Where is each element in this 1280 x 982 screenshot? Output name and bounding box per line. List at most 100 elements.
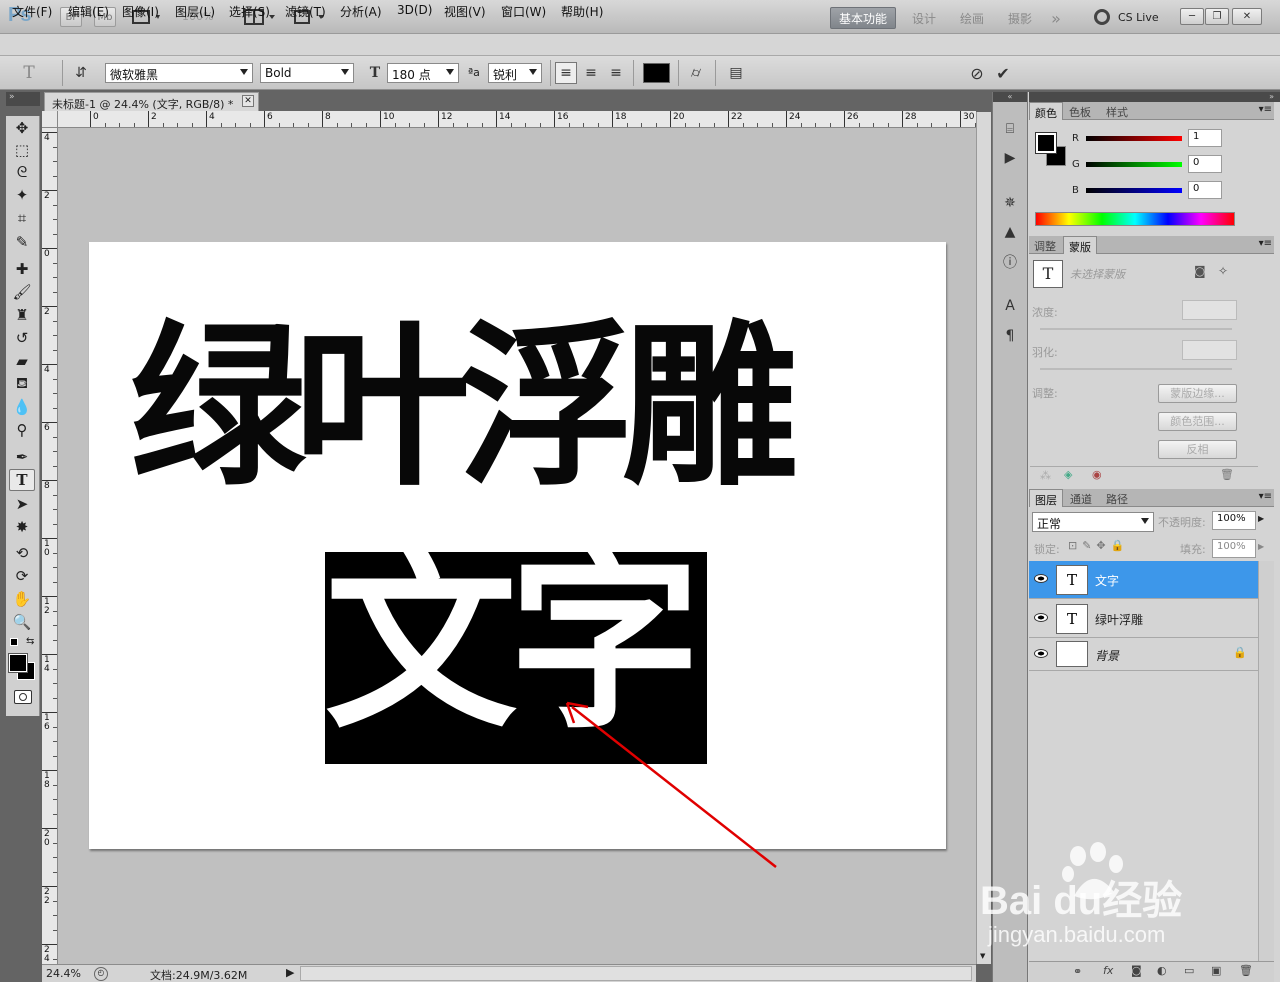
tab-layers[interactable]: 图层 — [1029, 489, 1063, 507]
ruler-origin[interactable] — [42, 111, 58, 128]
character-panel-icon[interactable]: ▤ — [725, 62, 747, 84]
layer-row-text[interactable]: T 文字 — [1029, 561, 1258, 599]
navigator-panel-icon[interactable]: ✵ — [998, 191, 1022, 215]
fill-arrow-icon[interactable]: ▶ — [1258, 542, 1264, 551]
histogram-panel-icon[interactable]: ▲ — [998, 220, 1022, 244]
new-layer-icon[interactable]: ▣ — [1211, 964, 1221, 977]
fill-input[interactable]: 100% — [1212, 539, 1256, 558]
cs-live-button[interactable]: CS Live — [1118, 11, 1159, 24]
feather-input[interactable] — [1182, 340, 1237, 360]
paragraph-icon[interactable]: ¶ — [998, 324, 1022, 348]
layer-row-background[interactable]: 背景 🔒 — [1029, 639, 1258, 671]
hand-tool-icon[interactable]: ✋ — [9, 588, 35, 610]
density-input[interactable] — [1182, 300, 1237, 320]
channel-b-slider[interactable] — [1086, 188, 1182, 193]
foreground-color-swatch[interactable] — [8, 653, 28, 673]
menu-3d[interactable]: 3D(D) — [397, 3, 432, 17]
status-info-icon[interactable]: ◴ — [94, 967, 108, 981]
channel-r-slider[interactable] — [1086, 136, 1182, 141]
new-group-icon[interactable]: ▭ — [1184, 964, 1194, 977]
font-family-select[interactable]: 微软雅黑 — [105, 63, 253, 83]
delete-layer-icon[interactable]: 🗑 — [1239, 964, 1253, 977]
menu-window[interactable]: 窗口(W) — [501, 3, 546, 20]
horizontal-scrollbar[interactable] — [300, 966, 972, 981]
adjustment-layer-icon[interactable]: ◐ — [1157, 964, 1167, 977]
workspace-painting[interactable]: 绘画 — [950, 7, 994, 29]
invert-button[interactable]: 反相 — [1158, 440, 1237, 459]
crop-tool-icon[interactable]: ⌗ — [9, 207, 35, 229]
dock-collapse[interactable]: « — [993, 92, 1027, 102]
tab-masks[interactable]: 蒙版 — [1063, 236, 1097, 254]
feather-slider[interactable] — [1040, 368, 1232, 370]
pen-tool-icon[interactable]: ✒ — [9, 446, 35, 468]
pixel-mask-icon[interactable]: ◙ — [1194, 264, 1206, 278]
document-tab[interactable]: 未标题-1 @ 24.4% (文字, RGB/8) * — [44, 92, 259, 112]
vector-mask-icon[interactable]: ✧ — [1218, 264, 1228, 278]
tab-swatches[interactable]: 色板 — [1064, 102, 1096, 120]
text-tool-preset-icon[interactable]: T — [18, 62, 40, 84]
blur-tool-icon[interactable]: 💧 — [9, 396, 35, 418]
menu-layer[interactable]: 图层(L) — [175, 3, 215, 20]
healing-brush-tool-icon[interactable]: ✚ — [9, 258, 35, 280]
paint-bucket-tool-icon[interactable]: ⛾ — [9, 373, 35, 395]
toolbar-collapse[interactable]: » — [6, 92, 40, 106]
lasso-tool-icon[interactable]: ᘓ — [9, 161, 35, 183]
menu-select[interactable]: 选择(S) — [229, 3, 270, 20]
shape-tool-icon[interactable]: ✸ — [9, 516, 35, 538]
add-mask-icon[interactable]: ◙ — [1131, 964, 1142, 977]
quick-select-tool-icon[interactable]: ✦ — [9, 184, 35, 206]
color-range-button[interactable]: 颜色范围... — [1158, 412, 1237, 431]
channel-r-input[interactable]: 1 — [1188, 129, 1222, 147]
heading-text-layer[interactable]: 绿叶浮雕 — [130, 320, 798, 496]
brush-tool-icon[interactable]: 🖌 — [9, 281, 35, 303]
antialias-select[interactable]: 锐利 — [488, 63, 542, 83]
layers-panel-menu-icon[interactable]: ▾≡ — [1259, 491, 1272, 502]
menu-view[interactable]: 视图(V) — [444, 3, 486, 20]
commit-edit-icon[interactable]: ✔ — [992, 62, 1014, 84]
link-layers-icon[interactable]: ⚭ — [1073, 965, 1082, 978]
close-button[interactable]: ✕ — [1232, 8, 1262, 25]
menu-filter[interactable]: 滤镜(T) — [285, 3, 326, 20]
text-color-swatch[interactable] — [643, 63, 670, 83]
align-right-icon[interactable]: ≡ — [605, 62, 627, 84]
channel-g-input[interactable]: 0 — [1188, 155, 1222, 173]
workspace-essentials[interactable]: 基本功能 — [830, 7, 896, 29]
visibility-eye-icon[interactable] — [1034, 613, 1048, 622]
channel-g-slider[interactable] — [1086, 162, 1182, 167]
menu-help[interactable]: 帮助(H) — [561, 3, 603, 20]
warp-text-icon[interactable]: ⌭ — [685, 62, 707, 84]
font-size-select[interactable]: 180 点 — [387, 63, 459, 83]
more-workspaces-button[interactable]: » — [1044, 7, 1068, 29]
document-close-icon[interactable]: ✕ — [242, 95, 254, 107]
tab-paths[interactable]: 路径 — [1101, 489, 1133, 507]
path-select-tool-icon[interactable]: ➤ — [9, 493, 35, 515]
opacity-input[interactable]: 100% — [1212, 511, 1256, 530]
workspace-design[interactable]: 设计 — [904, 7, 944, 29]
tab-styles[interactable]: 样式 — [1101, 102, 1133, 120]
zoom-tool-icon[interactable]: 🔍 — [9, 611, 35, 633]
masks-panel-menu-icon[interactable]: ▾≡ — [1259, 238, 1272, 249]
quick-mask-icon[interactable] — [14, 690, 32, 704]
color-panel-menu-icon[interactable]: ▾≡ — [1259, 104, 1272, 115]
delete-mask-icon[interactable]: 🗑 — [1220, 468, 1234, 481]
dodge-tool-icon[interactable]: ⚲ — [9, 419, 35, 441]
actions-panel-icon[interactable]: ▶ — [998, 146, 1022, 170]
history-panel-icon[interactable]: ⌸ — [998, 117, 1022, 141]
visibility-eye-icon[interactable] — [1034, 649, 1048, 658]
mask-edge-button[interactable]: 蒙版边缘... — [1158, 384, 1237, 403]
visibility-eye-icon[interactable] — [1034, 574, 1048, 583]
tab-channels[interactable]: 通道 — [1065, 489, 1097, 507]
blend-mode-select[interactable]: 正常 — [1032, 512, 1154, 532]
tab-color[interactable]: 颜色 — [1029, 102, 1063, 120]
channel-b-input[interactable]: 0 — [1188, 181, 1222, 199]
eraser-tool-icon[interactable]: ▰ — [9, 350, 35, 372]
density-slider[interactable] — [1040, 328, 1232, 330]
tab-adjustments[interactable]: 调整 — [1029, 236, 1061, 254]
text-orientation-icon[interactable]: ⇵ — [70, 62, 92, 84]
cancel-edit-icon[interactable]: ⊘ — [966, 62, 988, 84]
menu-analysis[interactable]: 分析(A) — [340, 3, 382, 20]
align-left-icon[interactable]: ≡ — [555, 62, 577, 84]
info-panel-icon[interactable]: ⓘ — [998, 250, 1022, 274]
menu-edit[interactable]: 编辑(E) — [68, 3, 109, 20]
character-icon[interactable]: A — [998, 294, 1022, 318]
